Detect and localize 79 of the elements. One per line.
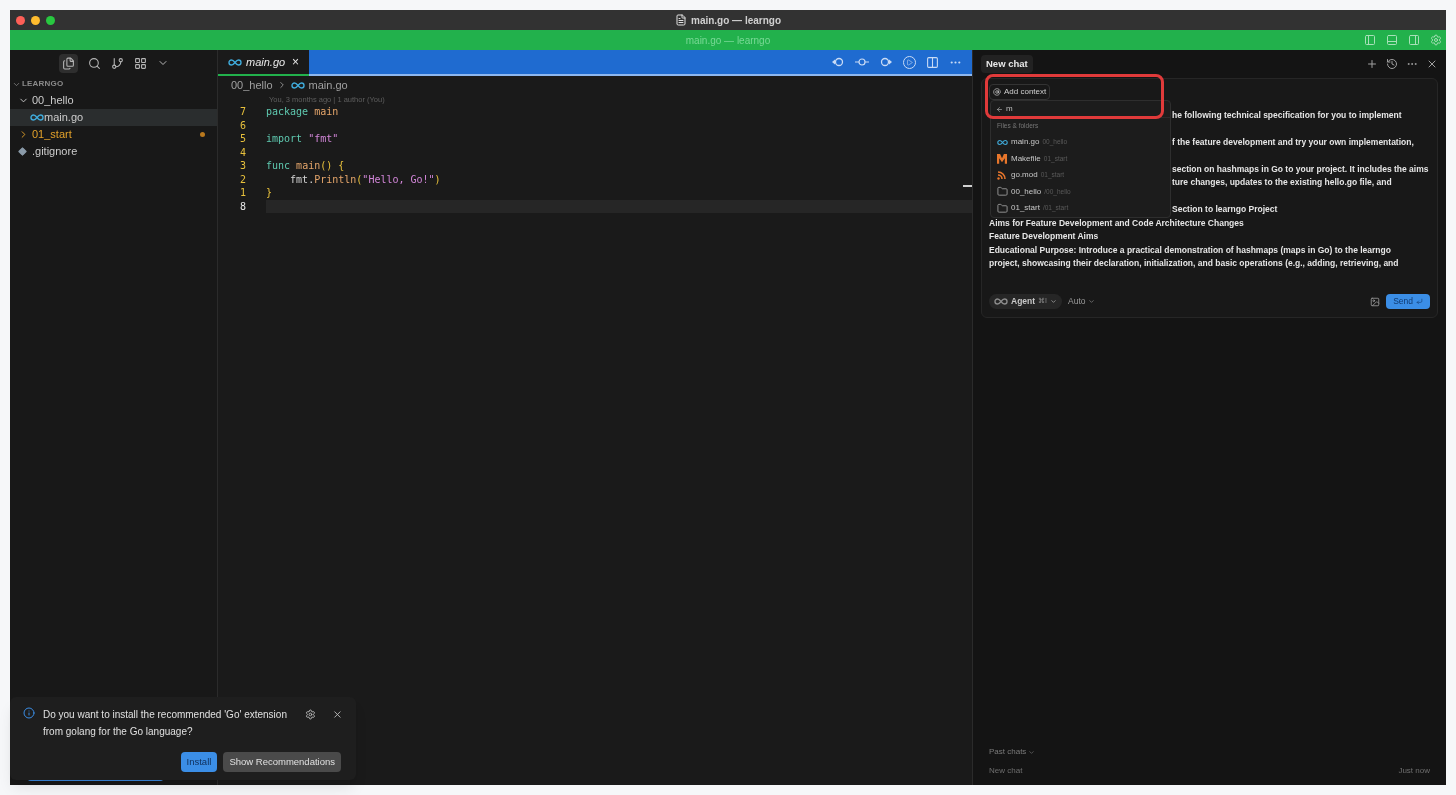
folder-icon <box>997 202 1008 214</box>
chat-message-line: Educational Purpose: Introduce a practical demonstration of hashmaps (maps in Go) to the learngo <box>989 243 1391 256</box>
code-line: func main() { <box>266 159 346 173</box>
tree-item[interactable]: main.go <box>10 109 217 126</box>
timestamp: Just now <box>1398 765 1430 777</box>
window-title: main.go — learngo <box>691 13 781 28</box>
code-line: fmt.Println("Hello, Go!") <box>289 172 442 186</box>
diamond-icon <box>18 147 27 156</box>
window-subtitle: main.go — learngo <box>685 33 771 48</box>
tree-item[interactable]: .gitignore <box>10 143 217 160</box>
close-window-button[interactable] <box>16 15 25 25</box>
search-icon[interactable] <box>87 56 101 70</box>
close-icon[interactable] <box>332 709 343 720</box>
image-icon[interactable] <box>1370 296 1381 307</box>
notification-message: Do you want to install the recommended 'Go' extension from golang for the Go language? <box>43 708 288 739</box>
enter-icon <box>1416 298 1423 306</box>
notification-button[interactable]: Show Recommendations <box>223 752 341 772</box>
folder-icon <box>997 186 1008 198</box>
infinity-icon <box>228 58 242 66</box>
tree-item[interactable]: 00_hello <box>10 92 217 109</box>
split-editor-icon[interactable] <box>926 55 939 69</box>
close-icon[interactable] <box>1426 58 1438 70</box>
context-search-field[interactable]: m <box>991 101 1170 118</box>
chevron-icon <box>1087 298 1095 306</box>
chat-message-line: section on hashmaps in Go to your project. It includes the aims <box>1172 162 1429 175</box>
m-letter-icon <box>997 153 1007 164</box>
line-number: 3 <box>238 159 247 174</box>
code-line: } <box>266 186 274 200</box>
sidebar-toggle-icon[interactable] <box>1364 34 1376 46</box>
line-number: 1 <box>238 186 247 201</box>
extensions-icon[interactable] <box>133 56 147 70</box>
rss-icon <box>997 170 1006 180</box>
chat-tab[interactable]: New chat <box>981 54 1033 74</box>
panel-toggle-icon[interactable] <box>1386 34 1398 46</box>
past-chats-label[interactable]: Past chats <box>989 746 1027 758</box>
chat-message-line: he following technical specification for you to implement <box>1172 108 1402 121</box>
code-line: package main <box>266 105 340 119</box>
file-icon <box>675 14 687 26</box>
explorer-icon[interactable] <box>58 53 78 73</box>
chat-message-line: project, showcasing their declaration, initialization, and basic operations (e.g., adding, retrieving, and <box>989 257 1399 270</box>
infinity-icon <box>290 81 305 89</box>
go-back-change-icon[interactable] <box>831 57 845 67</box>
tree-item[interactable]: 01_start <box>10 126 217 143</box>
infinity-icon <box>997 138 1008 146</box>
source-control-icon[interactable] <box>110 56 124 70</box>
chat-message-line: Feature Development Aims <box>989 230 1099 243</box>
code-line: import "fmt" <box>266 132 340 146</box>
line-number: 7 <box>238 105 247 120</box>
go-forward-change-icon[interactable] <box>879 57 893 67</box>
line-number: 2 <box>238 172 247 187</box>
section-header[interactable]: LEARNGO <box>22 78 64 90</box>
infinity-icon <box>30 114 44 121</box>
breadcrumb-item[interactable]: main.go <box>308 76 348 94</box>
chat-message-line: Section to learngo Project <box>1172 203 1278 216</box>
editor-tab[interactable]: main.go × <box>218 50 309 76</box>
breadcrumb-item[interactable]: 00_hello <box>231 76 273 94</box>
chevron-icon <box>1028 748 1036 756</box>
model-selector[interactable]: Auto <box>1068 295 1095 308</box>
line-number: 6 <box>238 118 247 133</box>
chat-message-line: ture changes, updates to the existing hello.go file, and <box>1172 176 1392 189</box>
back-icon <box>996 105 1003 113</box>
notification-button[interactable]: Install <box>180 752 218 772</box>
settings-icon[interactable] <box>305 709 317 720</box>
chat-message-line: Aims for Feature Development and Code Architecture Changes <box>989 216 1244 229</box>
at-sign-icon <box>993 88 1001 96</box>
info-icon <box>23 707 35 719</box>
new-chat-icon[interactable] <box>1366 58 1378 70</box>
chat-history-item[interactable]: New chat Just now <box>989 765 1430 777</box>
tab-close[interactable]: × <box>292 53 299 71</box>
history-icon[interactable] <box>1386 58 1398 70</box>
line-number: 8 <box>238 199 247 214</box>
minimap-mark <box>963 185 972 187</box>
infinity-icon <box>994 298 1008 306</box>
line-number: 5 <box>238 132 247 147</box>
line-number: 4 <box>238 145 247 160</box>
minimize-window-button[interactable] <box>31 15 40 25</box>
chevron-icon <box>1050 298 1058 306</box>
chat-message-line: f the feature development and try your own implementation, <box>1172 135 1414 148</box>
zoom-window-button[interactable] <box>46 15 55 25</box>
